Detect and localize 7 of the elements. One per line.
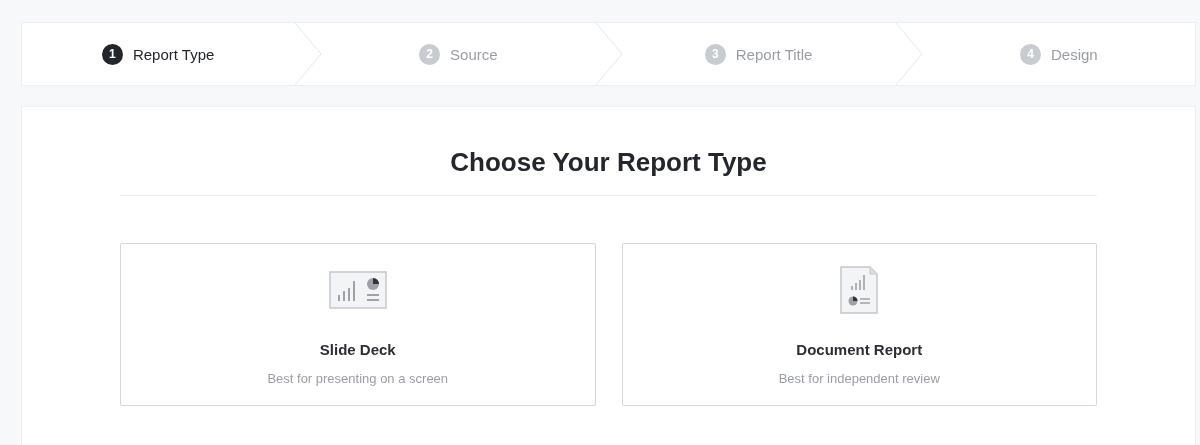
step-number-badge: 1 [101,43,123,65]
report-type-card[interactable]: Slide Deck Best for presenting on a screen [120,243,596,406]
report-type-card[interactable]: Document Report Best for independent review [621,243,1097,406]
page-heading: Choose Your Report Type [120,147,1097,196]
slide-chart-icon [328,271,387,309]
document-chart-icon [840,266,879,314]
wizard-step[interactable]: 1 Report Type [22,23,295,85]
